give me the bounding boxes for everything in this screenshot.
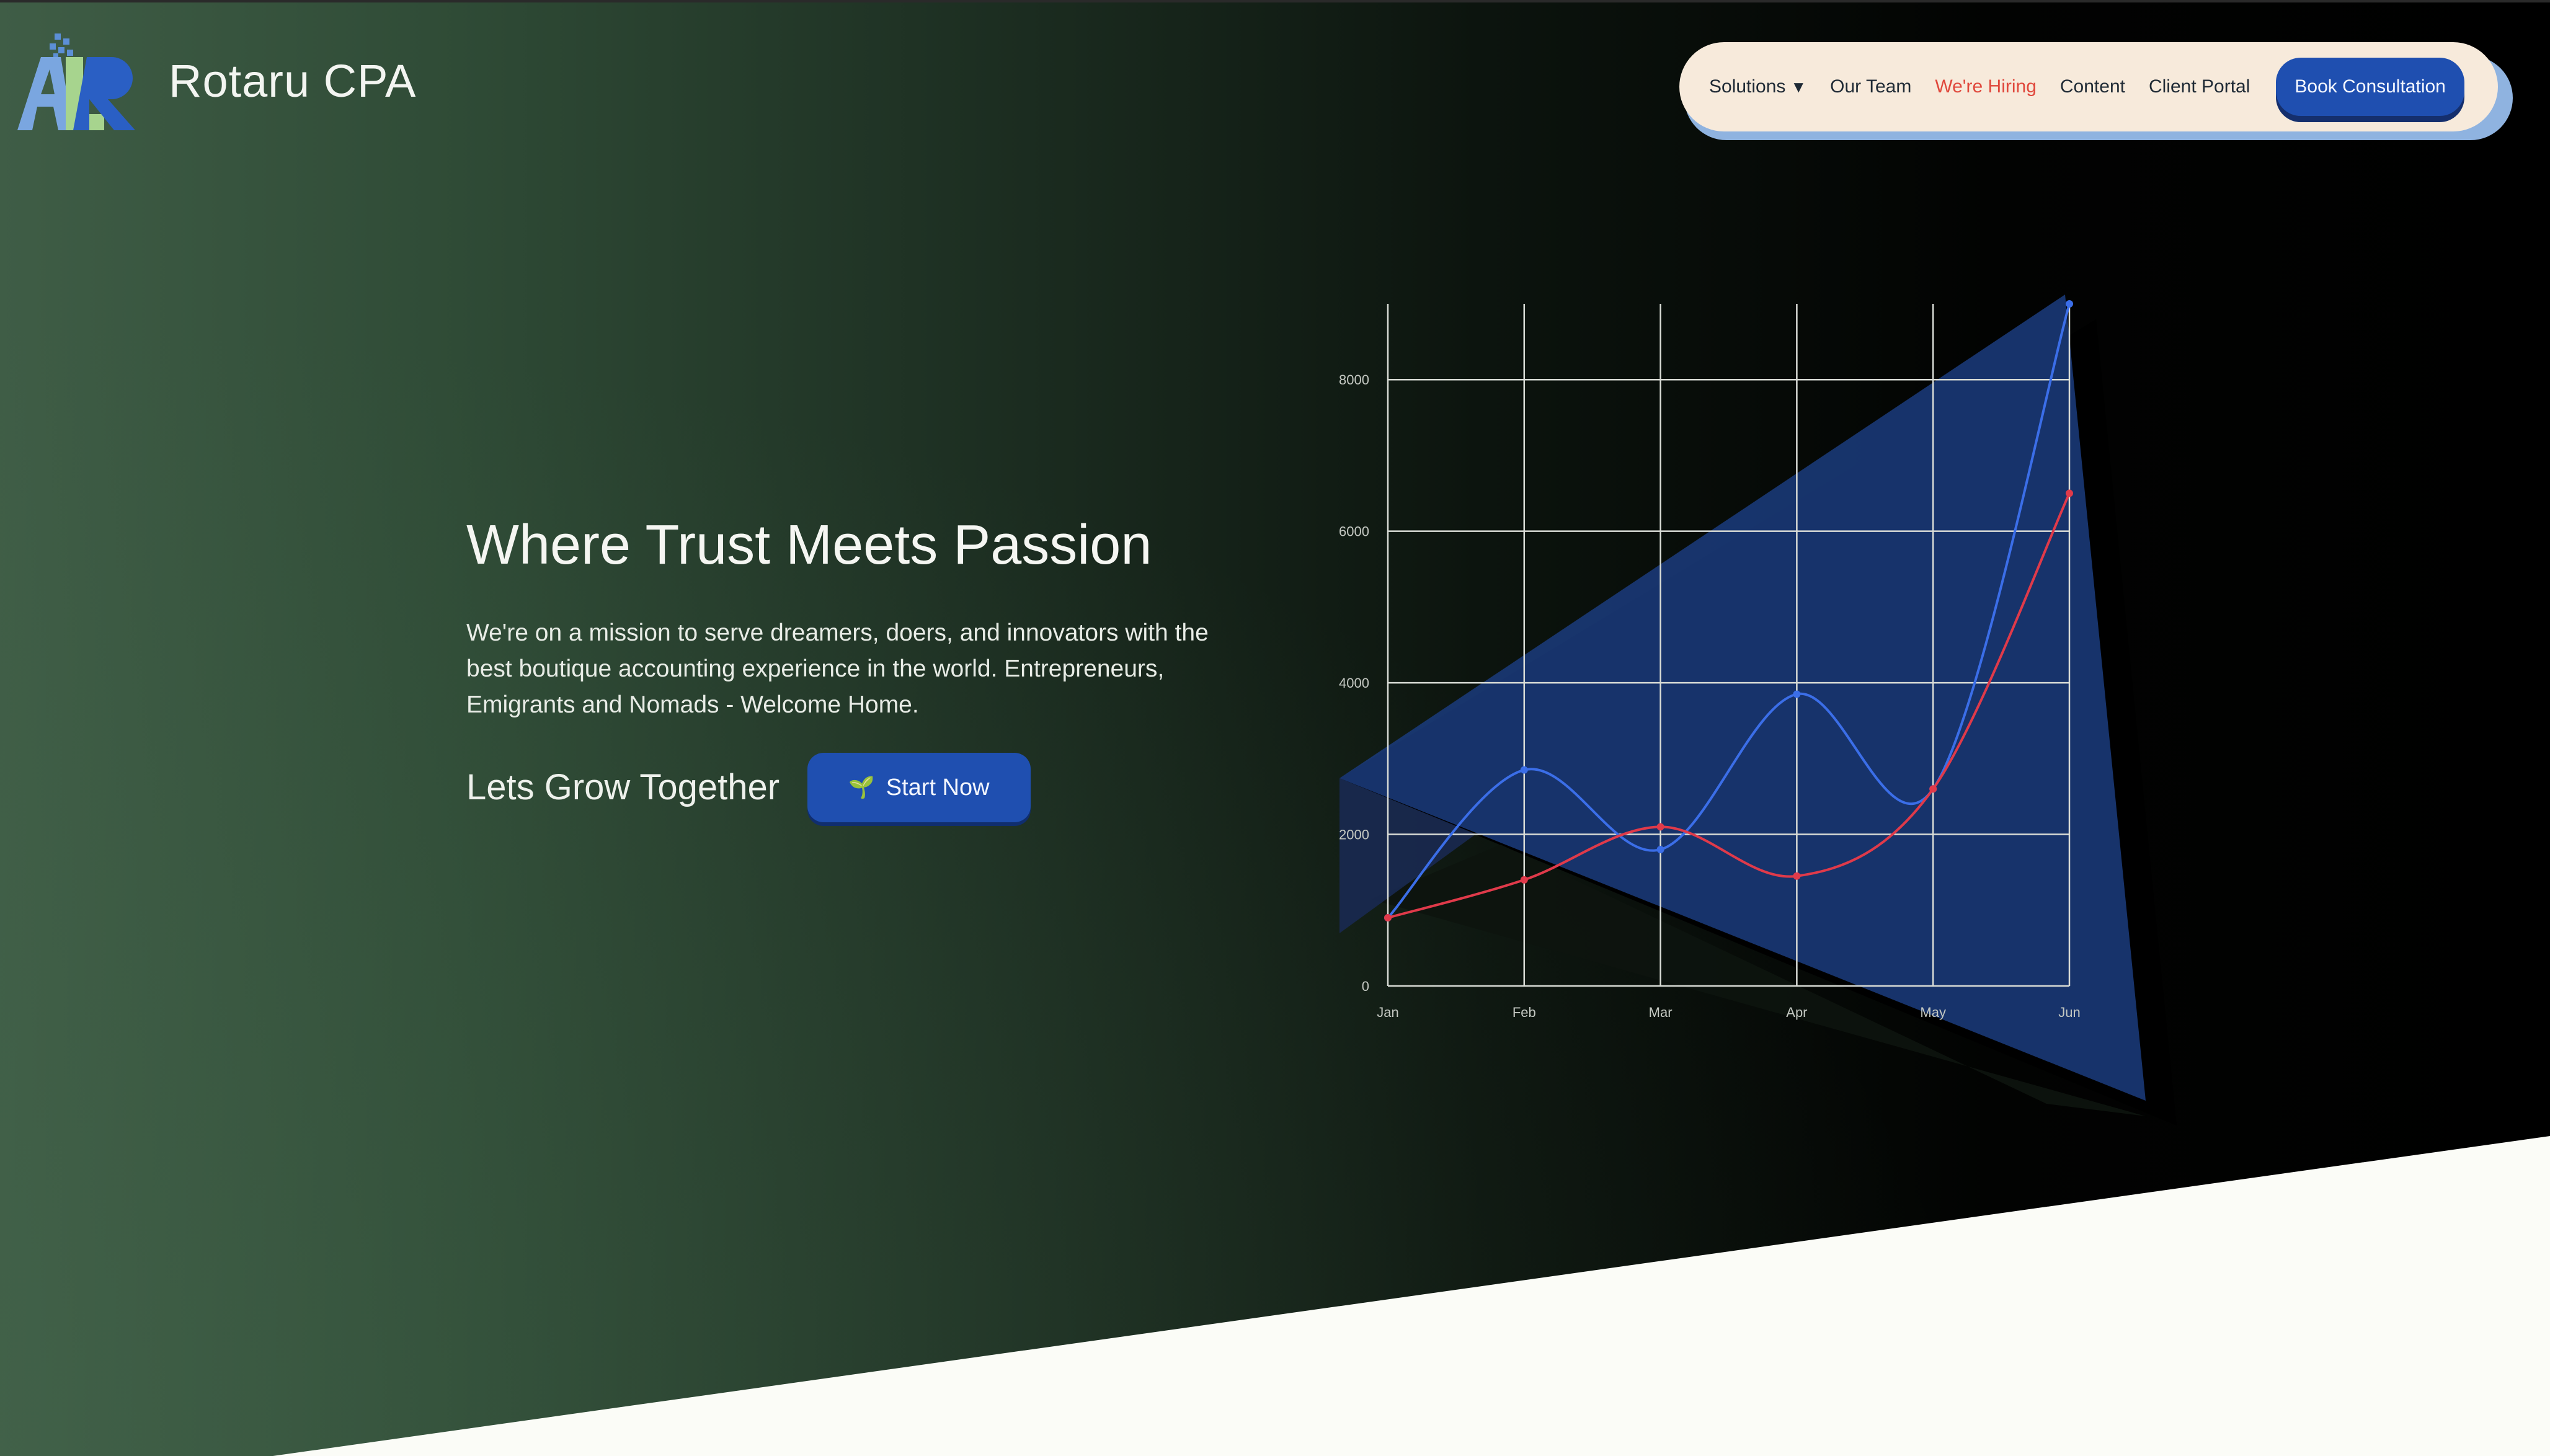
x-tick-label: Jun: [2058, 1005, 2080, 1020]
data-point: [1929, 785, 1937, 793]
y-tick-label: 2000: [1339, 827, 1369, 843]
data-point: [1793, 690, 1801, 698]
x-tick-label: Feb: [1513, 1005, 1536, 1020]
data-point: [2066, 489, 2073, 497]
y-tick-label: 0: [1362, 979, 1369, 994]
y-tick-label: 4000: [1339, 675, 1369, 691]
data-point: [2066, 300, 2073, 308]
data-point: [1793, 872, 1801, 880]
x-tick-label: Mar: [1649, 1005, 1673, 1020]
y-tick-label: 8000: [1339, 372, 1369, 388]
x-tick-label: Apr: [1786, 1005, 1807, 1020]
x-tick-label: Jan: [1377, 1005, 1398, 1020]
data-point: [1656, 846, 1664, 853]
data-point: [1384, 914, 1392, 921]
data-point: [1520, 876, 1528, 884]
data-point: [1520, 766, 1528, 774]
y-tick-label: 6000: [1339, 524, 1369, 539]
data-point: [1656, 823, 1664, 831]
x-tick-label: May: [1920, 1005, 1946, 1020]
